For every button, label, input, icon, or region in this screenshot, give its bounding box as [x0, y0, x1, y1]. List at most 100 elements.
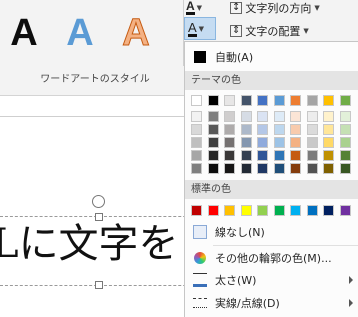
theme-color-swatch[interactable] — [224, 111, 235, 122]
menu-separator — [213, 245, 358, 246]
theme-color-swatch[interactable] — [290, 111, 301, 122]
wordart-style-blue[interactable]: A — [58, 8, 102, 58]
theme-color-swatch[interactable] — [306, 124, 318, 135]
text-outline-button[interactable]: A ▼ — [184, 17, 216, 40]
theme-color-swatch[interactable] — [191, 95, 202, 106]
wordart-styles-group-label: ワードアートのスタイル — [40, 74, 150, 85]
theme-color-swatch[interactable] — [323, 124, 334, 135]
theme-color-swatch[interactable] — [323, 137, 334, 148]
theme-color-swatch[interactable] — [339, 137, 351, 148]
theme-color-swatch[interactable] — [207, 150, 219, 161]
theme-color-swatch[interactable] — [339, 163, 351, 174]
theme-color-swatch[interactable] — [191, 137, 202, 148]
no-line-item[interactable]: 線なし(N) — [185, 221, 358, 243]
theme-color-swatch[interactable] — [323, 111, 334, 122]
theme-color-swatch[interactable] — [191, 111, 202, 122]
theme-color-swatch[interactable] — [240, 150, 252, 161]
dash-item[interactable]: 実線/点線(D) — [185, 292, 358, 314]
theme-color-swatch[interactable] — [290, 163, 301, 174]
theme-color-swatch[interactable] — [323, 95, 334, 106]
theme-color-swatch[interactable] — [191, 124, 202, 135]
weight-label: 太さ(W) — [215, 274, 257, 287]
resize-handle-bottom[interactable] — [95, 281, 103, 289]
standard-color-swatch[interactable] — [323, 205, 334, 216]
theme-color-swatch[interactable] — [257, 111, 268, 122]
theme-color-swatch[interactable] — [224, 124, 235, 135]
theme-color-swatch[interactable] — [339, 111, 351, 122]
theme-color-swatch[interactable] — [306, 111, 318, 122]
standard-color-swatch[interactable] — [191, 205, 202, 216]
theme-color-swatch[interactable] — [207, 111, 219, 122]
theme-color-swatch[interactable] — [306, 137, 318, 148]
theme-color-swatch[interactable] — [207, 163, 219, 174]
standard-color-swatch[interactable] — [306, 205, 318, 216]
theme-color-swatch[interactable] — [323, 150, 334, 161]
more-outline-colors-item[interactable]: その他の輪郭の色(M)... — [185, 247, 358, 269]
chevron-down-icon: ▼ — [196, 4, 203, 12]
theme-color-swatch[interactable] — [339, 150, 351, 161]
wordart-style-orange-outline[interactable]: A — [114, 8, 158, 58]
weight-item[interactable]: 太さ(W) — [185, 269, 358, 291]
theme-color-swatch[interactable] — [290, 95, 301, 106]
text-direction-icon: ↕ — [230, 2, 243, 14]
theme-color-swatch[interactable] — [290, 137, 301, 148]
theme-color-swatch[interactable] — [257, 150, 268, 161]
outline-color-menu: 自動(A) テーマの色 標準の色 線なし(N) その他の輪郭の色(M)... 太… — [184, 41, 358, 317]
standard-color-swatch[interactable] — [224, 205, 235, 216]
standard-color-swatch[interactable] — [257, 205, 268, 216]
theme-color-swatch[interactable] — [273, 111, 285, 122]
text-fill-button[interactable]: A ▼ — [186, 0, 212, 16]
theme-color-swatch[interactable] — [273, 150, 285, 161]
standard-color-swatch[interactable] — [290, 205, 301, 216]
text-direction-label: 文字列の方向 — [245, 2, 312, 15]
theme-color-swatch[interactable] — [240, 95, 252, 106]
theme-color-swatch[interactable] — [257, 95, 268, 106]
theme-color-swatch[interactable] — [290, 124, 301, 135]
theme-color-swatch[interactable] — [224, 137, 235, 148]
standard-colors-header: 標準の色 — [185, 180, 358, 199]
theme-color-swatch[interactable] — [339, 124, 351, 135]
text-direction-button[interactable]: ↕ 文字列の方向 ▼ — [230, 0, 320, 16]
theme-color-swatch[interactable] — [339, 95, 351, 106]
text-fill-icon: A — [186, 0, 195, 15]
align-text-button[interactable]: ⇕ 文字の配置 ▼ — [230, 23, 309, 39]
standard-color-swatch[interactable] — [207, 205, 219, 216]
wordart-style-black[interactable]: A — [2, 8, 46, 58]
theme-color-swatch[interactable] — [240, 111, 252, 122]
standard-color-swatch[interactable] — [339, 205, 351, 216]
theme-color-swatch[interactable] — [273, 124, 285, 135]
black-swatch-icon — [194, 51, 206, 63]
theme-color-swatch[interactable] — [257, 124, 268, 135]
theme-color-swatch[interactable] — [191, 163, 202, 174]
theme-color-swatch[interactable] — [240, 124, 252, 135]
theme-color-swatch[interactable] — [257, 163, 268, 174]
theme-color-swatch[interactable] — [207, 95, 219, 106]
auto-color-item[interactable]: 自動(A) — [185, 46, 358, 68]
theme-color-swatch[interactable] — [240, 163, 252, 174]
theme-color-swatch[interactable] — [207, 137, 219, 148]
theme-color-swatch[interactable] — [273, 137, 285, 148]
theme-color-swatch[interactable] — [224, 150, 235, 161]
theme-color-swatch[interactable] — [273, 163, 285, 174]
theme-color-swatch[interactable] — [224, 95, 235, 106]
rotate-handle-icon[interactable] — [92, 195, 105, 208]
dash-label: 実線/点線(D) — [215, 297, 280, 310]
theme-color-swatch[interactable] — [224, 163, 235, 174]
theme-color-swatch[interactable] — [273, 95, 285, 106]
theme-color-swatch[interactable] — [306, 95, 318, 106]
theme-color-swatch[interactable] — [306, 163, 318, 174]
standard-color-swatch[interactable] — [240, 205, 252, 216]
document-text: Lに文字を — [0, 221, 179, 267]
theme-color-swatch[interactable] — [290, 150, 301, 161]
theme-color-swatch[interactable] — [323, 163, 334, 174]
text-outline-icon: A — [188, 19, 197, 37]
theme-color-swatch[interactable] — [257, 137, 268, 148]
line-weight-icon — [193, 273, 207, 287]
chevron-down-icon: ▼ — [198, 24, 205, 33]
theme-color-swatch[interactable] — [306, 150, 318, 161]
submenu-arrow-icon — [349, 299, 353, 307]
theme-color-swatch[interactable] — [207, 124, 219, 135]
theme-color-swatch[interactable] — [191, 150, 202, 161]
standard-color-swatch[interactable] — [273, 205, 285, 216]
theme-color-swatch[interactable] — [240, 137, 252, 148]
